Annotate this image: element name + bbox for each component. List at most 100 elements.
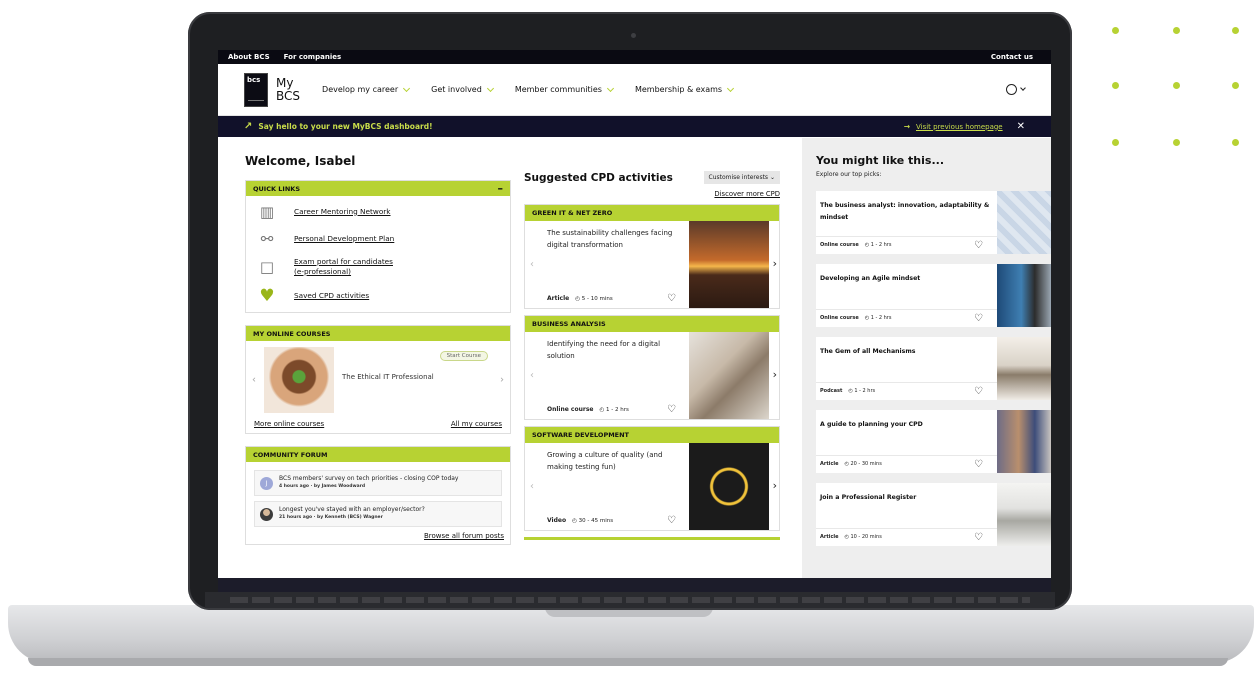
banner-message: Say hello to your new MyBCS dashboard! (258, 122, 433, 131)
cpd-image (689, 332, 769, 419)
decor-dot (1112, 27, 1119, 34)
quick-link-mentoring[interactable]: ▥ Career Mentoring Network (246, 198, 510, 225)
nav-get-involved[interactable]: Get involved (431, 84, 494, 94)
utility-bar: About BCS For companies Contact us (218, 50, 1051, 64)
recommendation-image (997, 410, 1051, 473)
recommendation-meta: Podcast ◴ 1 - 2 hrs (820, 388, 876, 394)
heart-outline-icon[interactable]: ♡ (974, 386, 983, 397)
nav-label: Membership & exams (634, 85, 723, 94)
discover-more-cpd-link[interactable]: Discover more CPD (524, 190, 780, 198)
quick-links-header[interactable]: QUICK LINKS – (246, 181, 510, 196)
heart-icon: ♥ (259, 285, 275, 306)
rec-type: Online course (820, 242, 859, 248)
customise-interests-button[interactable]: Customise interests ⌄ (703, 171, 780, 184)
recommendation-meta: Article ◴ 10 - 20 mins (820, 534, 882, 540)
quick-link-saved-cpd[interactable]: ♥ Saved CPD activities (246, 282, 510, 309)
more-online-courses-link[interactable]: More online courses (254, 420, 324, 428)
chevron-down-icon (727, 84, 735, 92)
chevron-down-icon[interactable] (1020, 85, 1026, 91)
chevron-left-icon[interactable]: ‹ (530, 259, 534, 270)
webcam-icon (631, 33, 636, 38)
book-icon: □ (259, 258, 275, 276)
start-course-button[interactable]: Start Course (439, 351, 488, 361)
laptop-base-edge (28, 658, 1228, 666)
nav-develop-career[interactable]: Develop my career (322, 84, 411, 94)
recommendation-card[interactable]: Join a Professional Register Article ◴ 10… (816, 483, 1051, 546)
previous-homepage-link[interactable]: Visit previous homepage (916, 123, 1003, 131)
course-card[interactable]: ‹ The Ethical IT Professional Start Cour… (252, 345, 504, 415)
chevron-left-icon[interactable]: ‹ (252, 375, 256, 386)
nav-label: Member communities (514, 85, 602, 94)
community-forum-title: COMMUNITY FORUM (253, 450, 328, 459)
recommendation-meta: Article ◴ 20 - 30 mins (820, 461, 882, 467)
recommendation-card[interactable]: Developing an Agile mindset Online cours… (816, 264, 1051, 327)
about-link[interactable]: About BCS (228, 53, 270, 61)
recommendation-card[interactable]: The Gem of all Mechanisms Podcast ◴ 1 - 2… (816, 337, 1051, 400)
forum-post[interactable]: Longest you've stayed with an employer/s… (254, 501, 502, 527)
cpd-card[interactable]: SOFTWARE DEVELOPMENT ‹ Growing a culture… (524, 426, 780, 531)
chevron-right-icon[interactable]: › (773, 257, 777, 270)
chevron-left-icon[interactable]: ‹ (530, 481, 534, 492)
collapse-icon[interactable]: – (498, 183, 504, 194)
recommendations-panel: You might like this... Explore our top p… (802, 138, 1051, 578)
heart-outline-icon[interactable]: ♡ (667, 293, 676, 304)
chevron-right-icon[interactable]: › (773, 479, 777, 492)
dashboard-banner: ↗ Say hello to your new MyBCS dashboard!… (218, 116, 1051, 137)
cpd-meta: Online course ◴ 1 - 2 hrs (547, 406, 629, 413)
rec-duration: 1 - 2 hrs (870, 242, 892, 248)
cpd-category: GREEN IT & NET ZERO (525, 205, 779, 221)
cpd-card[interactable]: BUSINESS ANALYSIS ‹ Identifying the need… (524, 315, 780, 420)
laptop-keys (230, 597, 1030, 603)
heart-outline-icon[interactable]: ♡ (667, 404, 676, 415)
contact-link[interactable]: Contact us (991, 53, 1033, 61)
quick-link-exam-portal[interactable]: □ Exam portal for candidates (e-professio… (246, 252, 510, 282)
recommendation-image (997, 337, 1051, 400)
heart-outline-icon[interactable]: ♡ (667, 515, 676, 526)
rec-type: Article (820, 461, 839, 467)
forum-post[interactable]: J BCS members' survey on tech priorities… (254, 470, 502, 496)
recommendation-title: Developing an Agile mindset (820, 275, 921, 282)
recommendation-card[interactable]: A guide to planning your CPD Article ◴ 20… (816, 410, 1051, 473)
main-nav: bcs My BCS Develop my career Get involve… (218, 64, 1051, 116)
heart-outline-icon[interactable]: ♡ (974, 240, 983, 251)
cpd-duration: 1 - 2 hrs (606, 407, 629, 413)
heart-outline-icon[interactable]: ♡ (974, 313, 983, 324)
nav-label: Develop my career (322, 85, 399, 94)
avatar: J (260, 476, 273, 490)
browse-forum-link[interactable]: Browse all forum posts (246, 527, 510, 544)
cpd-category: SOFTWARE DEVELOPMENT (525, 427, 779, 443)
welcome-heading: Welcome, Isabel (245, 154, 356, 168)
section-divider (524, 537, 780, 540)
screen-bottom-bezel (218, 578, 1051, 592)
cpd-type: Online course (547, 406, 594, 413)
chevron-left-icon[interactable]: ‹ (530, 370, 534, 381)
companies-link[interactable]: For companies (284, 53, 341, 61)
heart-outline-icon[interactable]: ♡ (974, 459, 983, 470)
recommendations-subtitle: Explore our top picks: (816, 171, 882, 178)
decor-dot (1112, 139, 1119, 146)
heart-outline-icon[interactable]: ♡ (974, 532, 983, 543)
recommendation-image (997, 483, 1051, 546)
rec-duration: 10 - 20 mins (850, 534, 882, 540)
account-icon[interactable] (1006, 84, 1017, 95)
community-forum-panel: COMMUNITY FORUM J BCS members' survey on… (245, 446, 511, 545)
chevron-down-icon (606, 84, 614, 92)
quick-link-label-line2: (e-professional) (294, 267, 352, 276)
recommendation-image (997, 264, 1051, 327)
cpd-card[interactable]: GREEN IT & NET ZERO ‹ The sustainability… (524, 204, 780, 309)
nav-member-communities[interactable]: Member communities (514, 84, 614, 94)
online-courses-title: MY ONLINE COURSES (253, 329, 331, 338)
nav-membership-exams[interactable]: Membership & exams (634, 84, 735, 94)
quick-link-pdp[interactable]: ⚯ Personal Development Plan (246, 225, 510, 252)
chevron-right-icon[interactable]: › (773, 368, 777, 381)
cpd-type: Article (547, 295, 570, 302)
recommendations-title: You might like this... (816, 154, 944, 167)
chevron-right-icon[interactable]: › (500, 375, 504, 386)
all-my-courses-link[interactable]: All my courses (451, 420, 502, 428)
nav-label: Get involved (431, 85, 482, 94)
decor-dot (1232, 82, 1239, 89)
recommendation-card[interactable]: The business analyst: innovation, adapta… (816, 191, 1051, 254)
close-icon[interactable]: ✕ (1017, 121, 1025, 132)
mybcs-wordmark[interactable]: My BCS (276, 76, 300, 103)
bcs-logo[interactable]: bcs (244, 72, 268, 107)
